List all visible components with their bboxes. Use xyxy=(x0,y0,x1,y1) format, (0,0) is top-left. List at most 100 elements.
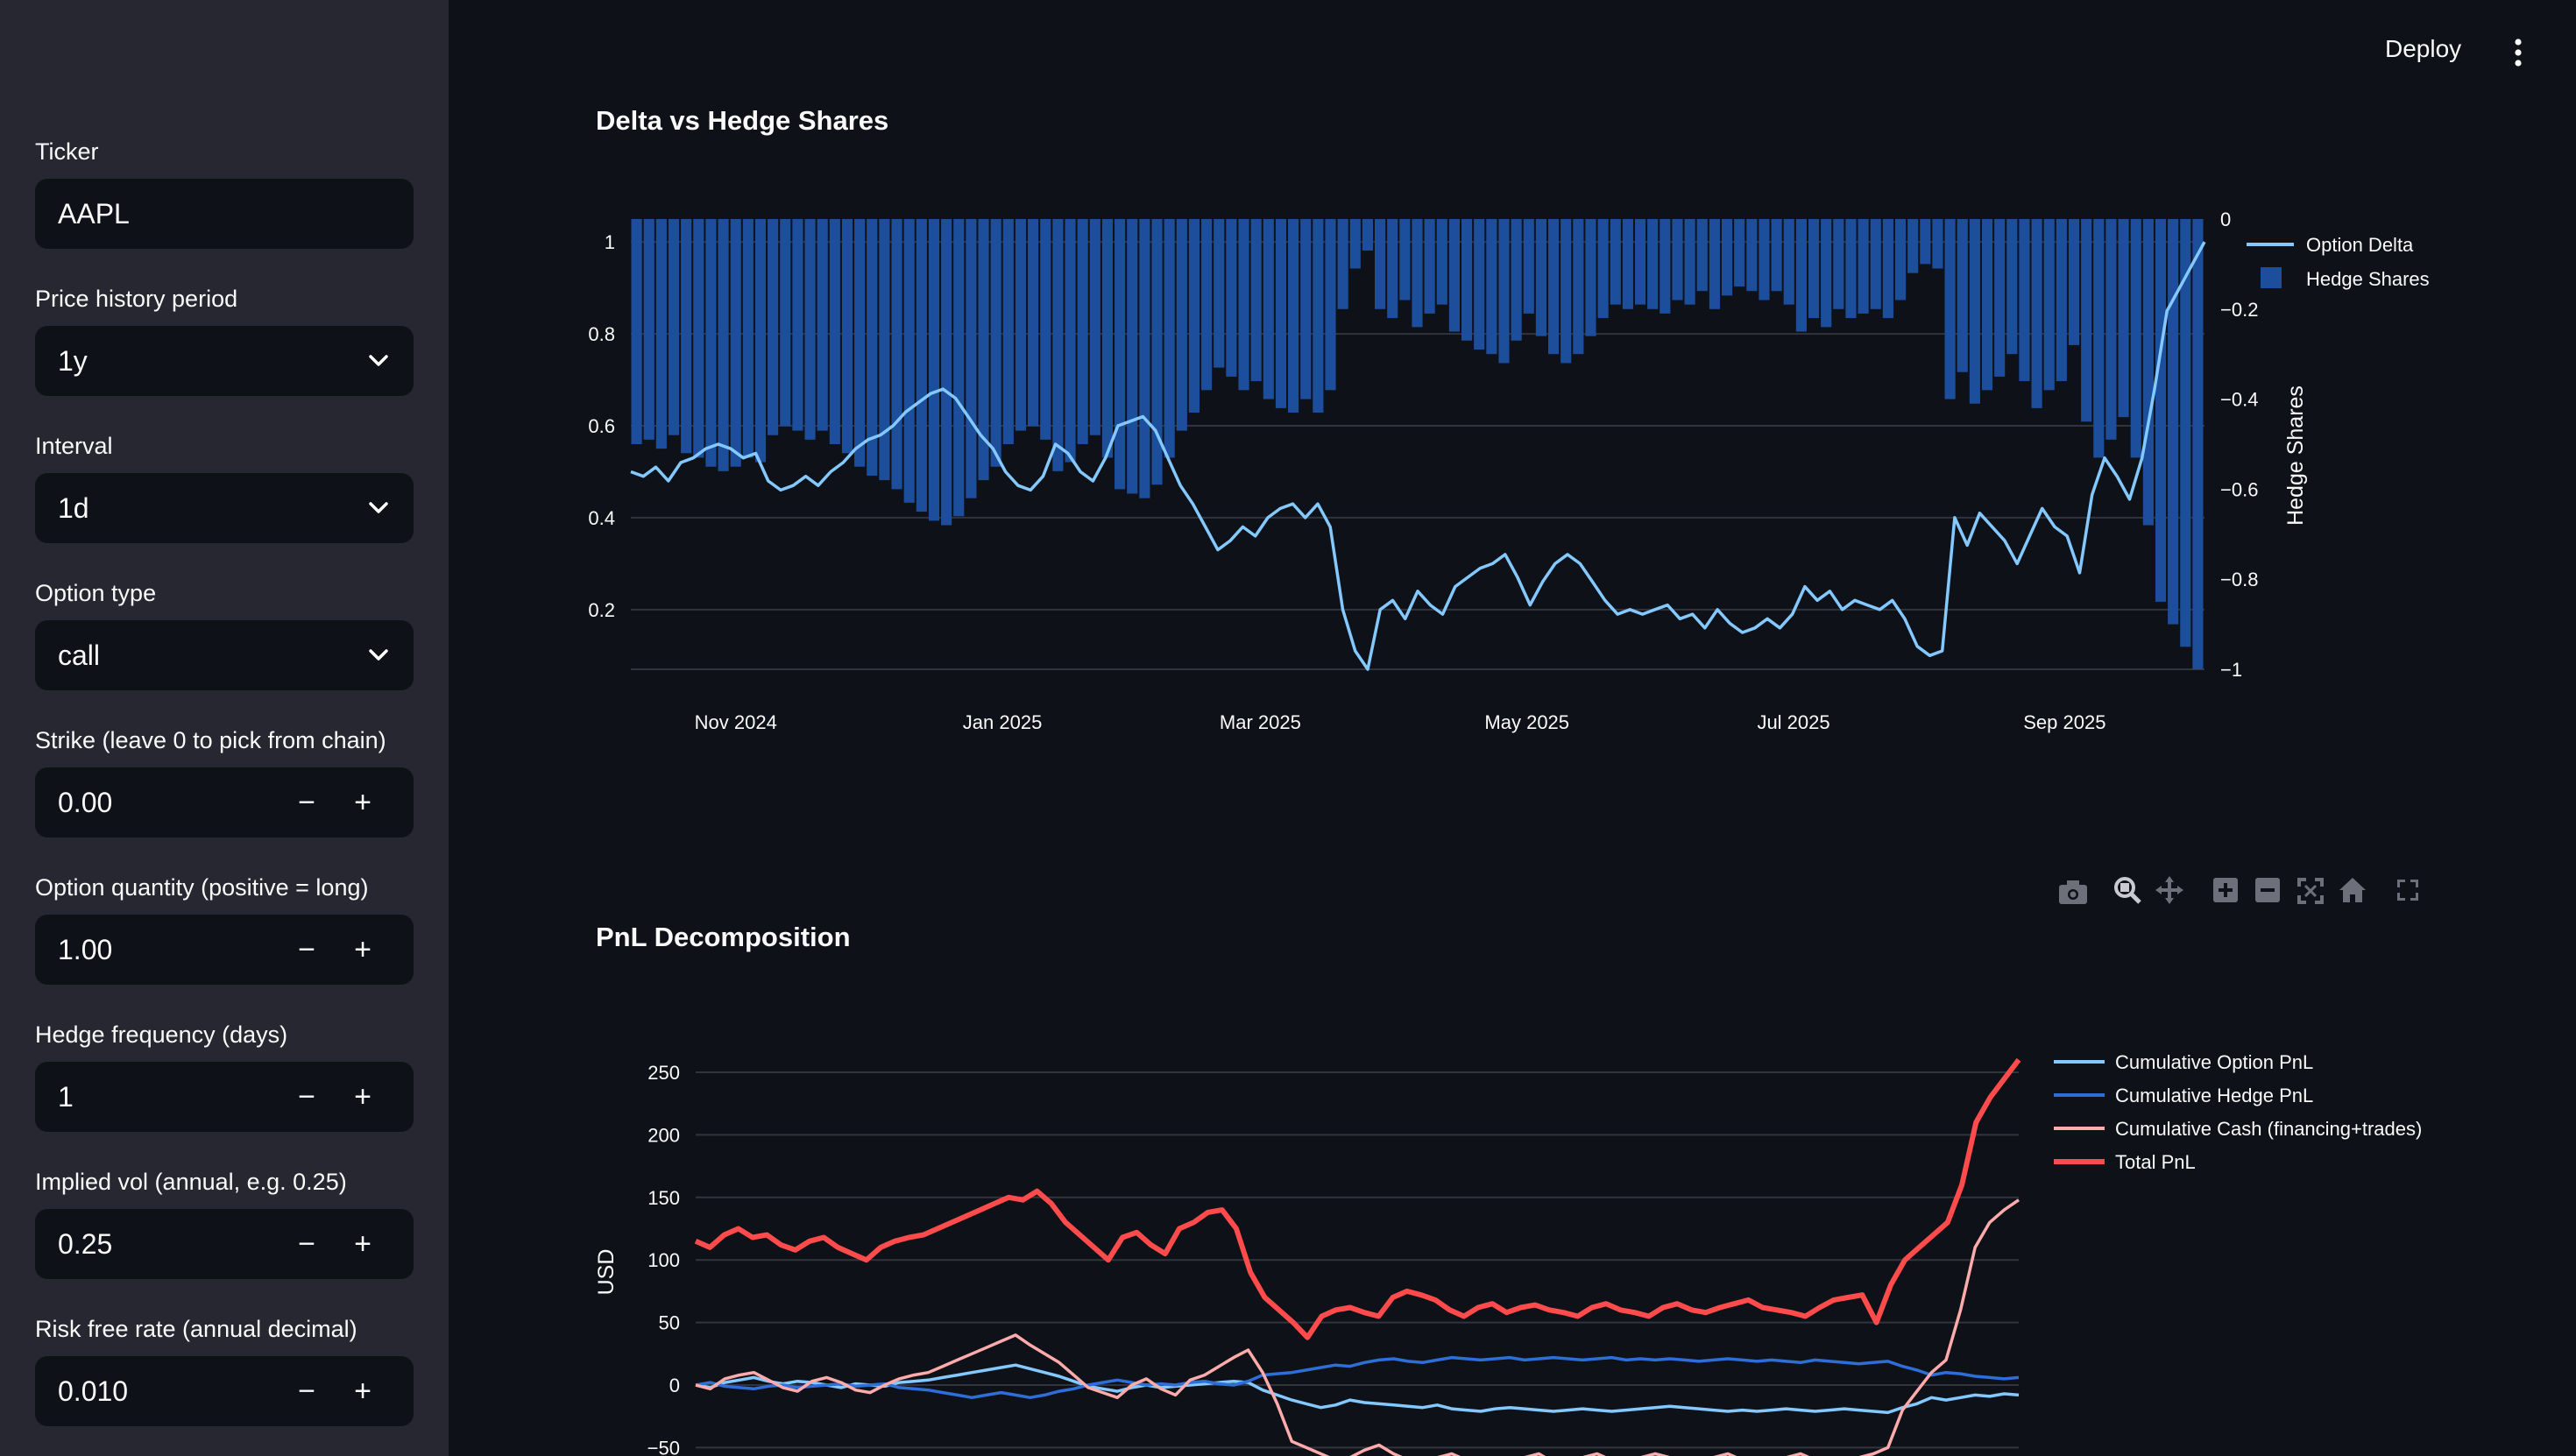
hedge-bar xyxy=(1226,219,1237,377)
hedge-bar xyxy=(1238,219,1249,391)
hedge-bar xyxy=(1746,219,1758,292)
hedge-bar xyxy=(1288,219,1299,413)
x-tick-label: Nov 2024 xyxy=(695,711,777,733)
hedge-bar xyxy=(1833,219,1844,309)
y2-tick-label: −0.6 xyxy=(2220,478,2258,500)
hedge-bar xyxy=(1424,219,1435,314)
fullscreen-icon[interactable] xyxy=(2397,880,2418,901)
hedge-bar xyxy=(1759,219,1770,300)
x-tick-label: Mar 2025 xyxy=(1220,711,1301,733)
hedge-bar xyxy=(1907,219,1919,273)
pan-icon[interactable] xyxy=(2155,876,2183,904)
hedge-bar xyxy=(1597,219,1609,319)
hedge-bar xyxy=(1325,219,1336,391)
hedge-bar xyxy=(1944,219,1956,399)
hedge-bar xyxy=(1858,219,1869,314)
y2-tick-label: −0.4 xyxy=(2220,389,2258,411)
hedge-bar xyxy=(1127,219,1138,494)
hedge-bar xyxy=(2019,219,2030,382)
increment-button[interactable]: + xyxy=(335,1062,391,1132)
y-tick-label: 100 xyxy=(648,1249,680,1271)
hedge-bar xyxy=(1573,219,1584,355)
implied-vol-field: Implied vol (annual, e.g. 0.25) 0.25 − + xyxy=(35,1167,414,1279)
increment-button[interactable]: + xyxy=(335,1356,391,1426)
hedge-bar xyxy=(879,219,890,481)
hedge-bar xyxy=(1932,219,1943,269)
hedge-bar xyxy=(792,219,803,431)
reset-icon[interactable] xyxy=(2339,878,2366,902)
hedge-bar xyxy=(2192,219,2204,669)
hedge-frequency-field: Hedge frequency (days) 1 − + xyxy=(35,1020,414,1132)
delta-hedge-chart[interactable]: 0.2 0.4 0.6 0.8 1 0 −0.2 −0.4 −0.6 −0.8 −1 Hedge Sh… xyxy=(0,0,2576,788)
hedge-bar xyxy=(1660,219,1671,314)
decrement-button[interactable]: − xyxy=(279,1356,335,1426)
hedge-bar xyxy=(1920,219,1931,265)
hedge-bar xyxy=(966,219,977,498)
risk-free-input[interactable]: 0.010 − + xyxy=(35,1356,414,1426)
hedge-bar xyxy=(1387,219,1398,319)
x-tick-label: Jul 2025 xyxy=(1757,711,1829,733)
hedge-bar xyxy=(1808,219,1820,319)
y-tick-label: 0 xyxy=(669,1375,680,1396)
decrement-button[interactable]: − xyxy=(279,915,335,985)
hedge-bar xyxy=(1845,219,1857,319)
y2-tick-label: −0.2 xyxy=(2220,299,2258,321)
y2-tick-label: 0 xyxy=(2220,209,2231,230)
hedge-bar xyxy=(681,219,692,454)
hedge-bar xyxy=(2068,219,2080,345)
hedge-bar xyxy=(693,219,704,458)
zoom-in-icon[interactable] xyxy=(2213,878,2238,902)
hedge-bar xyxy=(941,219,952,526)
x-tick-label: Sep 2025 xyxy=(2023,711,2105,733)
hedge-frequency-input[interactable]: 1 − + xyxy=(35,1062,414,1132)
hedge-bar xyxy=(1214,219,1225,368)
hedge-bar xyxy=(1585,219,1596,336)
hedge-frequency-value: 1 xyxy=(58,1080,74,1113)
hedge-bar xyxy=(2031,219,2042,408)
y-tick-label: 0.6 xyxy=(588,415,615,437)
camera-icon[interactable] xyxy=(2059,880,2087,904)
y-tick-label: 0.2 xyxy=(588,599,615,621)
hedge-bar xyxy=(631,219,642,444)
y-tick-label: 0.8 xyxy=(588,323,615,345)
hedge-bar xyxy=(891,219,902,490)
hedge-bar xyxy=(1164,219,1175,458)
hedge-bar xyxy=(1511,219,1522,341)
hedge-bar xyxy=(1721,219,1733,296)
hedge-bar xyxy=(1647,219,1659,309)
hedge-bar xyxy=(829,219,840,444)
increment-button[interactable]: + xyxy=(335,1209,391,1279)
legend-label-hedge-pnl: Cumulative Hedge PnL xyxy=(2115,1085,2313,1106)
quantity-input[interactable]: 1.00 − + xyxy=(35,915,414,985)
hedge-bar xyxy=(2155,219,2167,602)
decrement-button[interactable]: − xyxy=(279,1209,335,1279)
zoom-out-icon[interactable] xyxy=(2255,878,2280,902)
hedge-bar xyxy=(2168,219,2179,625)
hedge-bar xyxy=(1461,219,1473,341)
hedge-bar xyxy=(1089,219,1100,435)
hedge-bar xyxy=(1052,219,1064,471)
total-pnl-line xyxy=(694,1057,2021,1340)
hedge-bar xyxy=(1535,219,1546,336)
hedge-bar xyxy=(655,219,667,449)
y-tick-label: 0.4 xyxy=(588,507,615,529)
quantity-label: Option quantity (positive = long) xyxy=(35,874,369,901)
legend-swatch-hedge-shares xyxy=(2261,267,2282,288)
quantity-field: Option quantity (positive = long) 1.00 −… xyxy=(35,873,414,985)
hedge-bar xyxy=(1201,219,1213,391)
implied-vol-input[interactable]: 0.25 − + xyxy=(35,1209,414,1279)
increment-button[interactable]: + xyxy=(335,915,391,985)
zoom-icon[interactable] xyxy=(2114,877,2141,904)
hedge-bar xyxy=(768,219,779,435)
legend-label-option-pnl: Cumulative Option PnL xyxy=(2115,1051,2313,1073)
x-tick-label: Jan 2025 xyxy=(963,711,1043,733)
autoscale-icon[interactable] xyxy=(2297,878,2324,904)
hedge-bar xyxy=(2043,219,2055,391)
hedge-bar xyxy=(1969,219,1980,404)
decrement-button[interactable]: − xyxy=(279,1062,335,1132)
x-tick-label: May 2025 xyxy=(1484,711,1569,733)
risk-free-value: 0.010 xyxy=(58,1375,129,1407)
hedge-bar xyxy=(2081,219,2092,422)
hedge-bar xyxy=(1882,219,1893,319)
option-pnl-line xyxy=(695,1363,2020,1415)
